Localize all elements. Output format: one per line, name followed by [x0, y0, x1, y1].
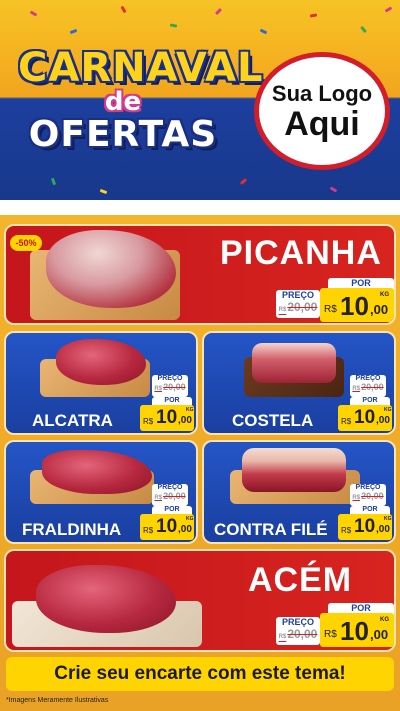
product-name: ACÉM: [248, 561, 353, 599]
old-price-tag: PREÇO R$20,00: [276, 290, 320, 318]
confetti: [120, 5, 127, 14]
product-name: CONTRA FILÉ: [214, 520, 328, 539]
product-name: ALCATRA: [32, 411, 113, 430]
old-price-tag: PREÇO R$20,00: [350, 484, 386, 506]
header-banner: CARNAVAL de OFERTAS Sua Logo Aqui: [0, 0, 400, 215]
confetti: [239, 178, 248, 185]
old-price: R$20,00: [154, 382, 186, 392]
new-price: R$ 10 ,00 KG: [338, 405, 392, 431]
confetti: [360, 25, 367, 34]
confetti: [384, 6, 393, 13]
confetti: [69, 28, 78, 35]
torn-paper-divider: [0, 200, 400, 216]
old-price: R$20,00: [352, 382, 384, 392]
new-price: R$ 10 ,00 KG: [140, 405, 194, 431]
logo-placeholder: Sua Logo Aqui: [254, 52, 390, 170]
old-price-label: PREÇO: [157, 484, 183, 491]
product-card-costela: COSTELA PREÇO R$20,00 POR R$ 10 ,00 KG: [202, 331, 396, 435]
product-card-picanha: PICANHA PREÇO R$20,00 POR R$ 10 ,00 KG: [4, 224, 396, 325]
meat-image: [42, 450, 152, 494]
logo-text-bottom: Aqui: [284, 105, 360, 143]
confetti: [50, 177, 57, 186]
meat-image: [252, 343, 336, 383]
old-price-tag: PREÇO R$20,00: [152, 375, 188, 397]
old-price: R$20,00: [154, 491, 186, 501]
logo-text-top: Sua Logo: [271, 81, 373, 106]
product-card-acem: ACÉM PREÇO R$20,00 POR R$ 10 ,00 KG: [4, 549, 396, 652]
cta-banner: Crie seu encarte com este tema!: [6, 657, 394, 691]
old-price-tag: PREÇO R$20,00: [276, 617, 320, 645]
confetti: [169, 23, 178, 28]
confetti: [99, 188, 108, 195]
old-price: R$20,00: [278, 300, 318, 314]
title-de: de: [104, 87, 142, 117]
product-name: COSTELA: [232, 411, 314, 430]
title-ofertas: OFERTAS: [28, 113, 218, 155]
new-price: R$ 10 ,00 KG: [320, 613, 394, 647]
title-carnaval: CARNAVAL: [18, 45, 264, 91]
meat-image: [56, 339, 146, 385]
new-price: R$ 10 ,00 KG: [338, 514, 392, 540]
meat-image: [242, 448, 346, 492]
meat-image: [46, 230, 176, 308]
product-card-alcatra: ALCATRA PREÇO R$20,00 POR R$ 10 ,00 KG: [4, 331, 198, 435]
confetti: [259, 28, 268, 35]
page-title: CARNAVAL de OFERTAS: [18, 45, 264, 155]
old-price-tag: PREÇO R$20,00: [350, 375, 386, 397]
product-name: FRALDINHA: [22, 520, 122, 539]
old-price-label: PREÇO: [355, 375, 381, 382]
meat-image: [36, 565, 176, 633]
discount-badge: -50%: [10, 235, 42, 251]
old-price-label: PREÇO: [281, 617, 314, 627]
new-price: R$ 10 ,00 KG: [140, 514, 194, 540]
old-price-label: PREÇO: [281, 290, 314, 300]
old-price-tag: PREÇO R$20,00: [152, 484, 188, 506]
confetti: [329, 186, 338, 193]
old-price-label: PREÇO: [157, 375, 183, 382]
new-price: R$ 10 ,00 KG: [320, 288, 394, 322]
confetti: [309, 13, 318, 18]
disclaimer-text: *Imagens Meramente Ilustrativas: [6, 697, 109, 704]
old-price: R$20,00: [352, 491, 384, 501]
old-price-label: PREÇO: [355, 484, 381, 491]
product-card-contra-file: CONTRA FILÉ PREÇO R$20,00 POR R$ 10 ,00 …: [202, 440, 396, 544]
product-name: PICANHA: [220, 234, 382, 272]
confetti: [29, 10, 38, 17]
confetti: [214, 7, 223, 16]
product-card-fraldinha: FRALDINHA PREÇO R$20,00 POR R$ 10 ,00 KG: [4, 440, 198, 544]
old-price: R$20,00: [278, 627, 318, 641]
